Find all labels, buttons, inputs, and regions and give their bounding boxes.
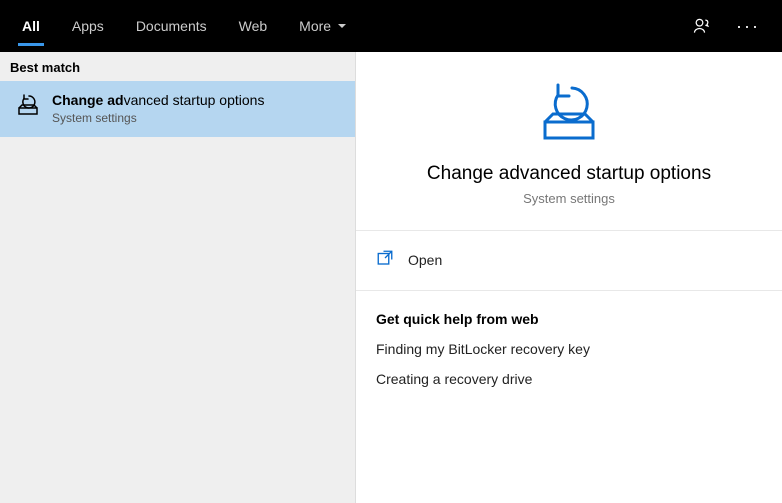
tab-documents[interactable]: Documents	[120, 0, 223, 52]
action-open-label: Open	[408, 252, 442, 268]
chevron-down-icon	[337, 18, 347, 34]
preview-header: Change advanced startup options System s…	[356, 52, 782, 231]
tab-label: All	[22, 18, 40, 34]
topbar-right: ···	[688, 12, 776, 40]
action-open[interactable]: Open	[376, 243, 762, 276]
help-link-bitlocker[interactable]: Finding my BitLocker recovery key	[376, 341, 762, 357]
tab-web[interactable]: Web	[223, 0, 284, 52]
search-filter-tabs-bar: All Apps Documents Web More ···	[0, 0, 782, 52]
result-title: Change advanced startup options	[52, 91, 264, 109]
open-icon	[376, 249, 394, 270]
preview-pane: Change advanced startup options System s…	[356, 52, 782, 503]
results-pane: Best match Change advanced startup optio…	[0, 52, 356, 503]
result-item-advanced-startup[interactable]: Change advanced startup options System s…	[0, 81, 355, 137]
result-title-rest: vanced startup options	[124, 92, 265, 108]
preview-actions: Open	[356, 231, 782, 291]
help-section: Get quick help from web Finding my BitLo…	[356, 291, 782, 421]
section-header-best-match: Best match	[0, 52, 355, 81]
preview-subtitle: System settings	[523, 191, 615, 206]
preview-title: Change advanced startup options	[427, 163, 711, 185]
result-title-matched: Change ad	[52, 92, 124, 108]
feedback-icon[interactable]	[688, 12, 716, 40]
recovery-icon	[14, 93, 42, 117]
help-header: Get quick help from web	[376, 311, 762, 327]
main-area: Best match Change advanced startup optio…	[0, 52, 782, 503]
tab-label: Apps	[72, 18, 104, 34]
tab-label: Web	[239, 18, 268, 34]
help-link-recovery-drive[interactable]: Creating a recovery drive	[376, 371, 762, 387]
tab-more[interactable]: More	[283, 0, 363, 52]
filter-tabs: All Apps Documents Web More	[6, 0, 688, 52]
tab-label: Documents	[136, 18, 207, 34]
recovery-large-icon	[537, 80, 601, 149]
ellipsis-icon[interactable]: ···	[734, 12, 762, 40]
tab-apps[interactable]: Apps	[56, 0, 120, 52]
tab-all[interactable]: All	[6, 0, 56, 52]
result-texts: Change advanced startup options System s…	[52, 91, 264, 125]
tab-label: More	[299, 18, 331, 34]
result-subtitle: System settings	[52, 111, 264, 125]
